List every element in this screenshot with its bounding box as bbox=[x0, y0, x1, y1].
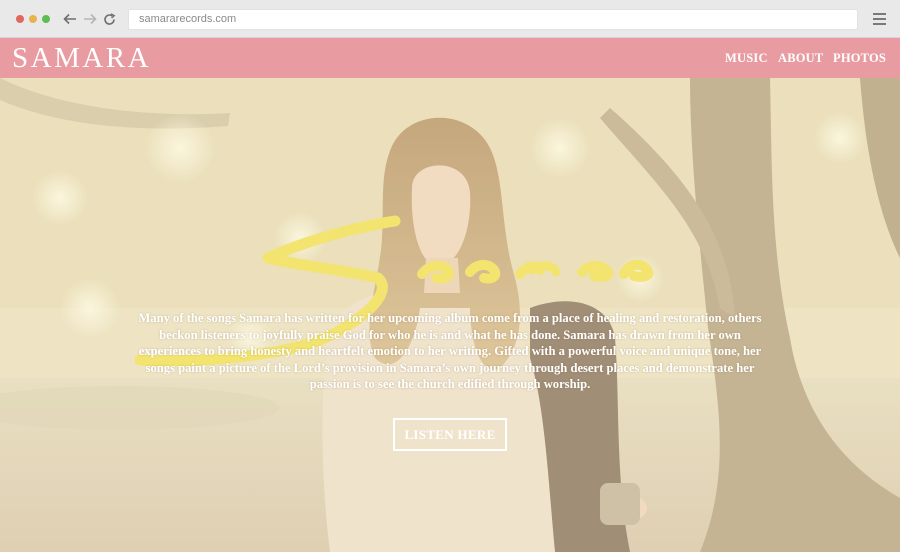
listen-here-button[interactable]: LISTEN HERE bbox=[393, 418, 507, 451]
forward-arrow-icon[interactable] bbox=[82, 10, 98, 28]
site-header: SAMARA MUSIC ABOUT PHOTOS bbox=[0, 38, 900, 78]
hero-section: Many of the songs Samara has written for… bbox=[0, 78, 900, 552]
hero-description: Many of the songs Samara has written for… bbox=[138, 311, 762, 391]
hamburger-menu-icon[interactable] bbox=[873, 13, 886, 25]
nav-link-music[interactable]: MUSIC bbox=[725, 50, 768, 66]
address-bar[interactable]: samararecords.com bbox=[128, 9, 858, 30]
window-maximize-button[interactable] bbox=[42, 15, 50, 23]
window-minimize-button[interactable] bbox=[29, 15, 37, 23]
browser-toolbar: samararecords.com bbox=[0, 0, 900, 38]
site-logo[interactable]: SAMARA bbox=[12, 40, 151, 76]
back-arrow-icon[interactable] bbox=[62, 10, 78, 28]
window-close-button[interactable] bbox=[16, 15, 24, 23]
nav-link-photos[interactable]: PHOTOS bbox=[833, 50, 886, 66]
nav-link-about[interactable]: ABOUT bbox=[778, 50, 823, 66]
reload-icon[interactable] bbox=[101, 10, 117, 28]
